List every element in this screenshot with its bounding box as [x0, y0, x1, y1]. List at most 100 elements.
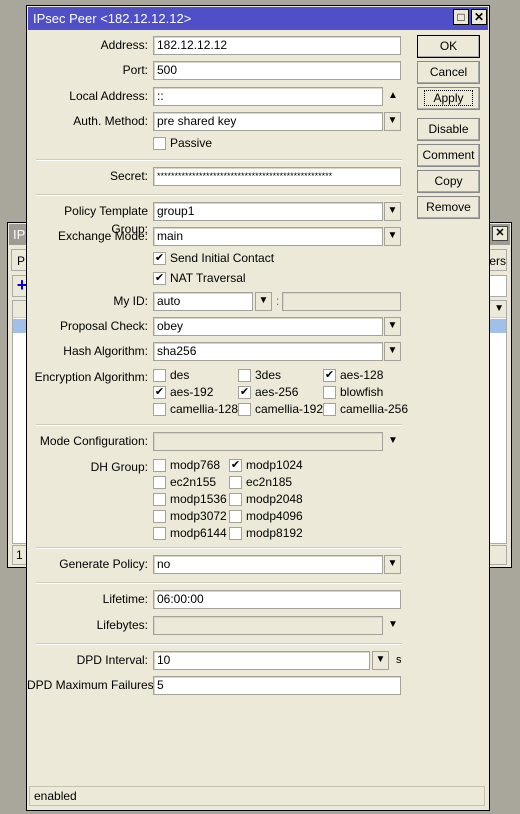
modp1536-checkbox[interactable]	[153, 493, 166, 506]
send-initial-contact-checkbox[interactable]: ✔	[153, 252, 166, 265]
modp2048-label: modp2048	[246, 492, 303, 506]
divider	[36, 643, 402, 645]
ok-button[interactable]: OK	[417, 35, 480, 58]
modp2048-checkbox[interactable]	[229, 493, 242, 506]
modp4096-checkbox[interactable]	[229, 510, 242, 523]
modp1024-checkbox[interactable]: ✔	[229, 459, 242, 472]
address-input[interactable]: 182.12.12.12	[153, 36, 401, 55]
cancel-label: Cancel	[429, 65, 468, 79]
collapse-up-icon[interactable]: ▲	[386, 90, 400, 101]
passive-checkbox[interactable]	[153, 137, 166, 150]
camellia-192-label: camellia-192	[255, 402, 324, 416]
dpd-interval-unit: s	[396, 654, 402, 666]
dpd-interval-label: DPD Interval:	[76, 653, 148, 667]
status-bar: enabled	[29, 786, 485, 806]
generate-policy-select[interactable]: no	[153, 555, 383, 574]
divider	[36, 159, 402, 161]
passive-label: Passive	[170, 136, 213, 150]
aes-256-label: aes-256	[255, 385, 299, 399]
send-initial-contact-label: Send Initial Contact	[170, 251, 275, 265]
close-button[interactable]: ✕	[471, 9, 487, 25]
camellia-192-checkbox[interactable]	[238, 403, 251, 416]
disable-button[interactable]: Disable	[417, 118, 480, 141]
ec2n155-label: ec2n155	[170, 475, 217, 489]
local-address-label: Local Address:	[69, 89, 148, 103]
divider	[36, 547, 402, 549]
hash-algorithm-select[interactable]: sha256	[153, 342, 383, 361]
modp4096-label: modp4096	[246, 509, 303, 523]
apply-button[interactable]: Apply	[417, 87, 480, 110]
exchange-mode-label: Exchange Mode:	[57, 229, 148, 243]
dropdown-icon[interactable]: ▼	[372, 651, 389, 670]
secret-label: Secret:	[109, 169, 148, 183]
camellia-128-checkbox[interactable]	[153, 403, 166, 416]
modp3072-checkbox[interactable]	[153, 510, 166, 523]
apply-label: Apply	[424, 90, 473, 106]
hash-algorithm-label: Hash Algorithm:	[63, 344, 148, 358]
dropdown-icon[interactable]: ▼	[384, 342, 401, 361]
copy-button[interactable]: Copy	[417, 170, 480, 193]
my-id-separator: :	[276, 294, 280, 308]
dh-group-label: DH Group:	[90, 460, 148, 474]
policy-template-group-select[interactable]: group1	[153, 202, 383, 221]
modp6144-checkbox[interactable]	[153, 527, 166, 540]
dropdown-arrow-icon[interactable]: ▼	[386, 619, 400, 630]
copy-label: Copy	[434, 174, 463, 188]
aes-256-checkbox[interactable]: ✔	[238, 386, 251, 399]
ec2n155-checkbox[interactable]	[153, 476, 166, 489]
3des-label: 3des	[255, 368, 282, 382]
mode-configuration-label: Mode Configuration:	[39, 434, 148, 448]
find-input[interactable]	[487, 275, 507, 297]
dpd-max-failures-input[interactable]: 5	[153, 676, 401, 695]
cancel-button[interactable]: Cancel	[417, 61, 480, 84]
my-id-select[interactable]: auto	[153, 292, 253, 311]
aes-192-checkbox[interactable]: ✔	[153, 386, 166, 399]
auth-method-select[interactable]: pre shared key	[153, 112, 383, 131]
dropdown-arrow-icon[interactable]: ▼	[386, 435, 400, 446]
secret-input[interactable]: ****************************************…	[153, 167, 401, 186]
dropdown-icon[interactable]: ▼	[384, 202, 401, 221]
mode-configuration-select[interactable]	[153, 432, 383, 451]
dropdown-icon[interactable]: ▼	[384, 555, 401, 574]
nat-traversal-label: NAT Traversal	[170, 271, 246, 285]
local-address-input[interactable]: ::	[153, 87, 383, 106]
dropdown-icon[interactable]: ▼	[384, 112, 401, 131]
remove-button[interactable]: Remove	[417, 196, 480, 219]
dropdown-icon[interactable]: ▼	[384, 317, 401, 336]
lifebytes-input[interactable]	[153, 616, 383, 635]
ec2n185-checkbox[interactable]	[229, 476, 242, 489]
camellia-256-checkbox[interactable]	[323, 403, 336, 416]
aes-192-label: aes-192	[170, 385, 214, 399]
nat-traversal-checkbox[interactable]: ✔	[153, 272, 166, 285]
lifetime-input[interactable]: 06:00:00	[153, 590, 401, 609]
divider	[36, 582, 402, 584]
3des-checkbox[interactable]	[238, 369, 251, 382]
modp8192-checkbox[interactable]	[229, 527, 242, 540]
lifebytes-label: Lifebytes:	[96, 618, 148, 632]
tab-label: P	[17, 254, 26, 268]
remove-label: Remove	[426, 200, 471, 214]
port-input[interactable]: 500	[153, 61, 401, 80]
modp8192-label: modp8192	[246, 526, 303, 540]
column-chooser-arrow-icon[interactable]: ▼	[494, 303, 504, 314]
aes-128-checkbox[interactable]: ✔	[323, 369, 336, 382]
background-close-button[interactable]: ✕	[492, 226, 508, 241]
comment-button[interactable]: Comment	[417, 144, 480, 167]
des-checkbox[interactable]	[153, 369, 166, 382]
blowfish-label: blowfish	[340, 385, 384, 399]
dpd-interval-input[interactable]: 10	[153, 651, 370, 670]
tab-label: ers	[489, 254, 506, 268]
maximize-button[interactable]: □	[453, 9, 469, 25]
dropdown-icon[interactable]: ▼	[384, 227, 401, 246]
dropdown-icon[interactable]: ▼	[255, 292, 272, 311]
blowfish-checkbox[interactable]	[323, 386, 336, 399]
proposal-check-select[interactable]: obey	[153, 317, 383, 336]
my-id-extra-input[interactable]	[282, 292, 401, 311]
exchange-mode-select[interactable]: main	[153, 227, 383, 246]
proposal-check-label: Proposal Check:	[59, 319, 148, 333]
modp6144-label: modp6144	[170, 526, 227, 540]
ok-label: OK	[439, 39, 458, 53]
modp768-checkbox[interactable]	[153, 459, 166, 472]
title-bar: IPsec Peer <182.12.12.12>	[28, 7, 488, 30]
divider	[36, 424, 402, 426]
